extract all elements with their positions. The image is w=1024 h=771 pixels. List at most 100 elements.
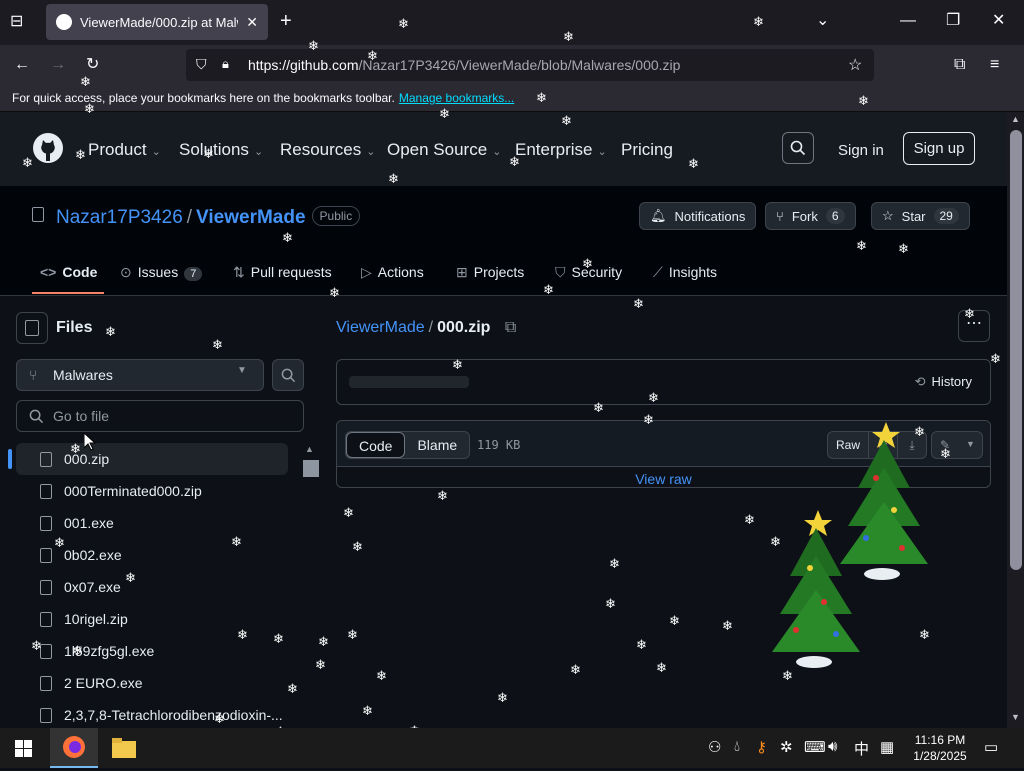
snowflake-tray-icon[interactable]: ✲: [780, 738, 793, 756]
breadcrumb-repo-link[interactable]: ViewerMade: [336, 319, 425, 336]
pull-request-icon: ⇅: [233, 264, 245, 280]
tab-close-icon[interactable]: ✕: [246, 14, 258, 31]
file-explorer-icon[interactable]: [112, 738, 136, 758]
code-view-button[interactable]: Code: [346, 432, 406, 458]
file-icon: [40, 675, 52, 691]
tab-insights[interactable]: ⟋ Insights: [653, 264, 717, 281]
windows-start-icon[interactable]: [15, 740, 32, 757]
manage-bookmarks-link[interactable]: Manage bookmarks...: [399, 91, 514, 105]
scroll-down-icon[interactable]: ▼: [1011, 712, 1020, 722]
tab-list-icon[interactable]: ⊟: [10, 12, 23, 32]
snowflake-icon: ❄: [669, 613, 680, 628]
branch-selector[interactable]: ⑂ Malwares ▼: [16, 359, 264, 391]
snowflake-icon: ❄: [914, 424, 925, 439]
ime-indicator[interactable]: 中: [854, 738, 869, 759]
drop-icon[interactable]: 💧︎: [734, 738, 740, 755]
file-tree-item[interactable]: 2 EURO.exe: [16, 667, 288, 699]
nav-product[interactable]: Product ⌄: [88, 140, 161, 160]
github-logo-icon[interactable]: [32, 132, 64, 164]
file-tree-item[interactable]: 0x07.exe: [16, 571, 288, 603]
go-to-file-input[interactable]: Go to file: [16, 400, 304, 432]
github-favicon-icon: [56, 14, 72, 30]
snowflake-icon: ❄: [543, 282, 554, 297]
tab-issues[interactable]: ⊙ Issues 7: [120, 264, 203, 281]
tab-pull-requests[interactable]: ⇅ Pull requests: [233, 264, 332, 281]
bookmark-star-icon[interactable]: ☆: [848, 55, 862, 75]
browser-tab-strip: ⊟ ViewerMade/000.zip at Malware ✕ + ⌄ — …: [0, 0, 1024, 45]
url-bar[interactable]: ⛉ 🔒︎ https://github.com/Nazar17P3426/Vie…: [186, 49, 874, 81]
sign-up-button[interactable]: Sign up: [903, 132, 975, 165]
notifications-button[interactable]: 🔔︎ Notifications: [639, 202, 757, 230]
close-window-button[interactable]: ✕: [992, 11, 1005, 31]
sidebar-icon: [25, 320, 39, 336]
repo-owner-link[interactable]: Nazar17P3426: [56, 207, 183, 228]
nav-enterprise[interactable]: Enterprise ⌄: [515, 140, 607, 160]
new-tab-button[interactable]: +: [280, 11, 292, 31]
tab-projects[interactable]: ⊞ Projects: [456, 264, 524, 281]
file-tree-scroll-thumb[interactable]: [303, 460, 319, 477]
page-scroll-thumb[interactable]: [1010, 130, 1022, 570]
file-tree-item[interactable]: 000.zip: [16, 443, 288, 475]
forward-button[interactable]: →: [50, 55, 66, 75]
snowflake-icon: ❄: [376, 668, 387, 683]
fork-button[interactable]: ⑂ Fork 6: [765, 202, 856, 230]
star-button[interactable]: ☆ Star 29: [871, 202, 970, 230]
extensions-icon[interactable]: ⧉: [954, 55, 965, 75]
sign-in-link[interactable]: Sign in: [838, 142, 884, 159]
nav-pricing[interactable]: Pricing: [621, 140, 673, 160]
chevron-down-icon: ⌄: [253, 146, 264, 158]
maximize-button[interactable]: ❐: [946, 11, 960, 31]
scroll-up-icon[interactable]: ▲: [1011, 114, 1020, 124]
issue-icon: ⊙: [120, 264, 132, 280]
list-all-tabs-chevron-icon[interactable]: ⌄: [816, 11, 829, 31]
firefox-taskbar-button[interactable]: [50, 728, 98, 768]
nav-resources[interactable]: Resources ⌄: [280, 140, 375, 160]
nav-open-source[interactable]: Open Source ⌄: [387, 140, 501, 160]
reload-button[interactable]: ↻: [86, 55, 99, 75]
browser-tab[interactable]: ViewerMade/000.zip at Malware ✕: [46, 4, 268, 40]
tab-actions[interactable]: ▷ Actions: [361, 264, 424, 281]
snowflake-icon: ❄: [318, 634, 329, 649]
file-tree-item[interactable]: 2,3,7,8-Tetrachlorodibenzodioxin-...: [16, 699, 288, 731]
snowflake-icon: ❄: [343, 505, 354, 520]
blame-view-button[interactable]: Blame: [405, 432, 469, 458]
back-button[interactable]: ←: [14, 55, 30, 75]
issues-count: 7: [184, 267, 203, 281]
snowflake-icon: ❄: [605, 596, 616, 611]
caret-down-icon: ▼: [237, 365, 247, 376]
caret-down-icon[interactable]: ▼: [966, 439, 975, 449]
history-icon: ⟲: [914, 374, 926, 389]
snowflake-icon: ❄: [561, 113, 572, 128]
search-button[interactable]: [782, 132, 814, 164]
volume-icon[interactable]: 🔊︎: [828, 738, 837, 755]
key-icon[interactable]: ⚷: [756, 738, 767, 756]
snowflake-icon: ❄: [536, 90, 547, 105]
nav-solutions[interactable]: Solutions ⌄: [179, 140, 263, 160]
edit-button-group[interactable]: ✎ ▼: [931, 431, 983, 459]
file-tree-item[interactable]: 000Terminated000.zip: [16, 475, 288, 507]
file-tree-scrollbar[interactable]: ▲: [303, 444, 317, 726]
snowflake-icon: ❄: [308, 38, 319, 53]
tab-code[interactable]: <> Code: [40, 264, 97, 280]
collapse-sidebar-button[interactable]: [16, 312, 48, 344]
scroll-up-icon[interactable]: ▲: [305, 444, 314, 454]
minimize-button[interactable]: —: [900, 11, 916, 31]
system-clock[interactable]: 11:16 PM 1/28/2025: [908, 732, 972, 764]
shield-icon[interactable]: ⛉: [196, 56, 207, 73]
history-button[interactable]: ⟲ History: [915, 374, 972, 390]
bell-icon: 🔔︎: [650, 208, 667, 223]
network-people-icon[interactable]: ⚇: [708, 738, 721, 756]
file-icon: [40, 579, 52, 595]
github-header: Product ⌄ Solutions ⌄ Resources ⌄ Open Sour…: [0, 112, 1007, 186]
keyboard-icon[interactable]: ▦: [880, 738, 894, 756]
copy-path-icon[interactable]: ⧉: [505, 319, 516, 336]
wifi-icon[interactable]: ⌨: [804, 738, 826, 756]
snowflake-icon: ❄: [437, 488, 448, 503]
menu-icon[interactable]: ≡: [990, 55, 999, 75]
repo-name-link[interactable]: ViewerMade: [196, 207, 305, 228]
snowflake-icon: ❄: [362, 703, 373, 718]
snowflake-icon: ❄: [105, 324, 116, 339]
lock-icon[interactable]: 🔒︎: [222, 56, 229, 72]
notification-center-icon[interactable]: ▭: [984, 738, 998, 756]
search-files-button[interactable]: [272, 359, 304, 391]
